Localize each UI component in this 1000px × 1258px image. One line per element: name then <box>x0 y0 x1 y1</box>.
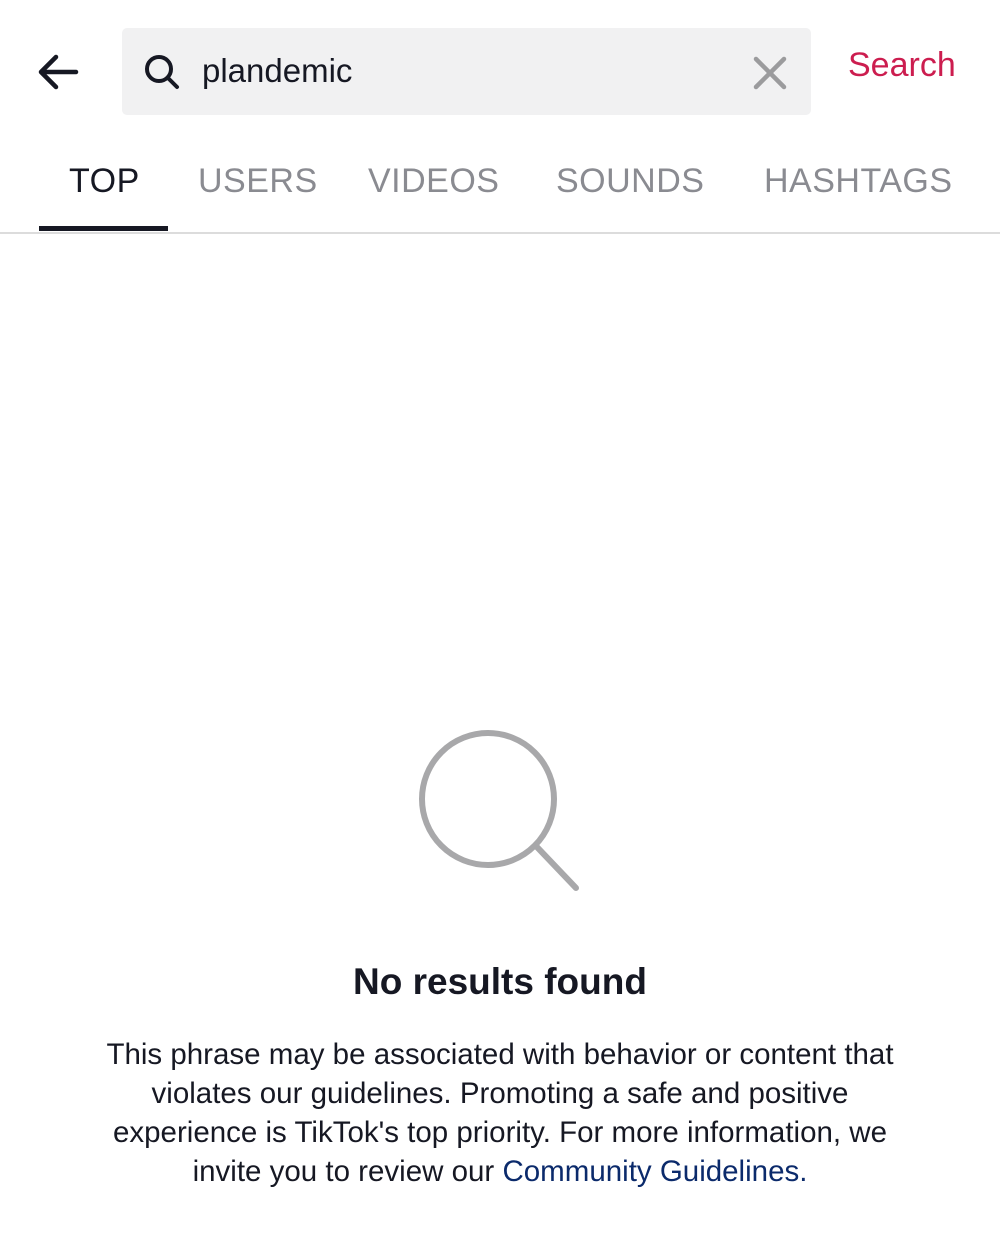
empty-state-title: No results found <box>353 961 647 1002</box>
search-header: Search <box>0 0 1000 140</box>
tab-sounds[interactable]: SOUNDS <box>556 164 704 198</box>
community-guidelines-link[interactable]: Community Guidelines <box>502 1155 799 1188</box>
search-input[interactable] <box>202 46 722 96</box>
tab-hashtags[interactable]: HASHTAGS <box>764 164 953 198</box>
magnifier-icon <box>419 730 579 891</box>
search-box <box>122 28 811 115</box>
search-button[interactable]: Search <box>848 48 956 82</box>
description-period: . <box>799 1155 808 1188</box>
close-icon[interactable] <box>750 53 790 93</box>
tab-users[interactable]: USERS <box>198 164 318 198</box>
tab-videos[interactable]: VIDEOS <box>368 164 499 198</box>
active-tab-indicator <box>39 226 168 231</box>
back-button[interactable] <box>30 44 86 100</box>
search-icon <box>145 55 179 89</box>
search-tabs: TOP USERS VIDEOS SOUNDS HASHTAGS <box>0 140 1000 234</box>
empty-state-description: This phrase may be associated with behav… <box>80 1035 920 1191</box>
tab-top[interactable]: TOP <box>69 164 140 198</box>
arrow-left-icon <box>38 54 79 90</box>
